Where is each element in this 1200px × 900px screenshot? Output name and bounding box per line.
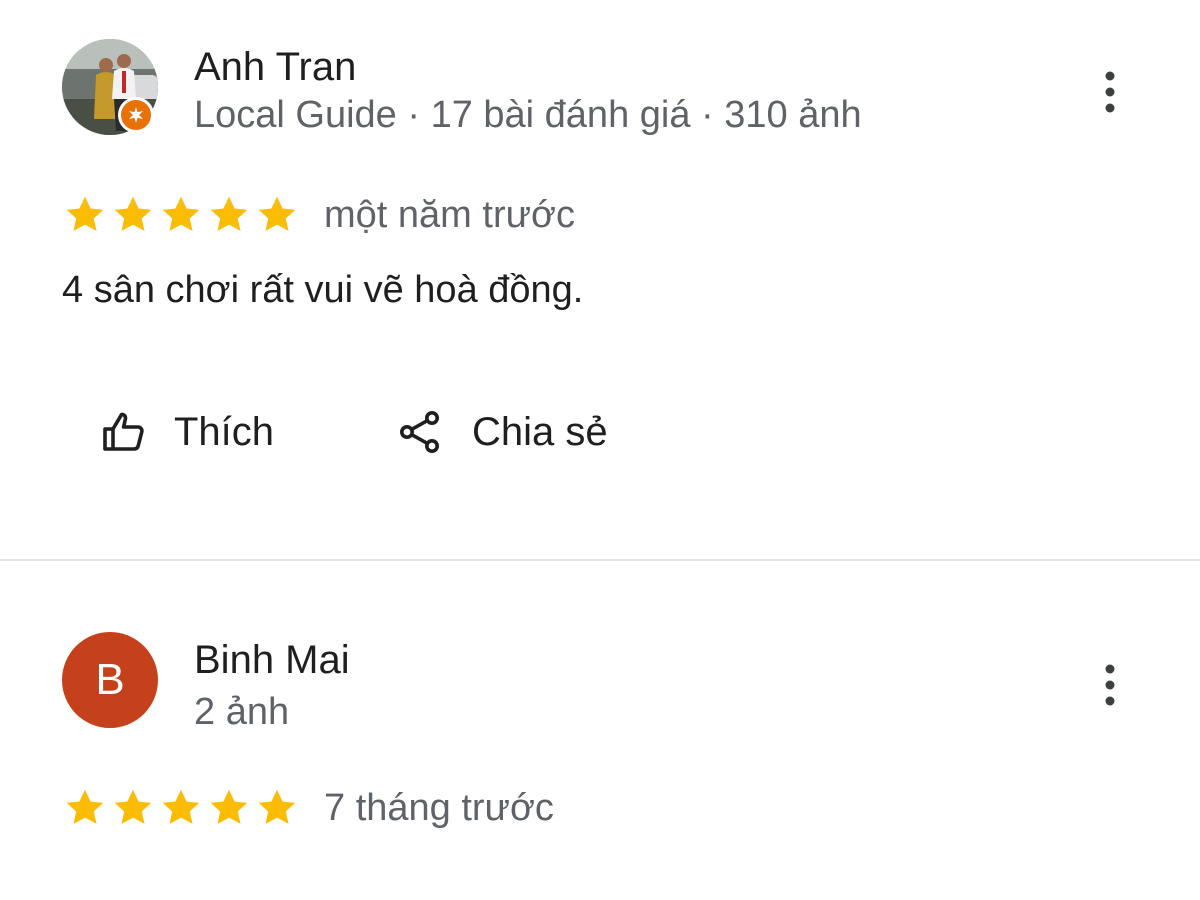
review-date: 7 tháng trước — [324, 787, 554, 829]
thumb-up-icon — [103, 412, 144, 451]
rating-row: một năm trước — [62, 190, 575, 240]
star-icon — [162, 789, 200, 824]
review-text: 4 sân chơi rất vui vẽ hoà đồng. — [62, 269, 584, 311]
star-icon — [114, 196, 152, 231]
avatar-letter: B — [62, 632, 158, 728]
reviewer-avatar[interactable] — [62, 39, 158, 135]
share-button[interactable]: Chia sẻ — [396, 400, 608, 464]
star-icon — [258, 196, 296, 231]
more-options-button[interactable] — [1086, 68, 1134, 116]
star-icon — [210, 789, 248, 824]
local-guide-badge — [118, 97, 154, 133]
reviews-list: Anh Tran Local Guide · 17 bài đánh giá ·… — [0, 0, 1200, 900]
review-card: B Binh Mai 2 ảnh 7 tháng trước — [0, 561, 1200, 900]
reviewer-avatar[interactable]: B — [62, 632, 158, 728]
like-button[interactable]: Thích — [100, 400, 274, 464]
more-vert-icon — [1105, 71, 1115, 113]
more-options-button[interactable] — [1086, 661, 1134, 709]
rating-row: 7 tháng trước — [62, 783, 554, 833]
star-icon — [210, 196, 248, 231]
review-card: Anh Tran Local Guide · 17 bài đánh giá ·… — [0, 0, 1200, 560]
share-icon — [400, 411, 439, 453]
star-icon — [162, 196, 200, 231]
star-icon — [66, 789, 104, 824]
star-icon — [258, 789, 296, 824]
like-label: Thích — [174, 410, 275, 454]
reviewer-name[interactable]: Anh Tran — [194, 43, 356, 91]
review-date: một năm trước — [324, 194, 575, 236]
more-vert-icon — [1105, 664, 1115, 706]
reviewer-name[interactable]: Binh Mai — [194, 636, 350, 684]
star-icon — [66, 196, 104, 231]
star-rating — [62, 192, 300, 238]
share-label: Chia sẻ — [472, 410, 608, 454]
star-icon — [114, 789, 152, 824]
local-guide-icon — [129, 107, 143, 123]
star-rating — [62, 785, 300, 831]
reviewer-meta[interactable]: Local Guide · 17 bài đánh giá · 310 ảnh — [194, 92, 862, 138]
reviewer-meta[interactable]: 2 ảnh — [194, 689, 289, 735]
